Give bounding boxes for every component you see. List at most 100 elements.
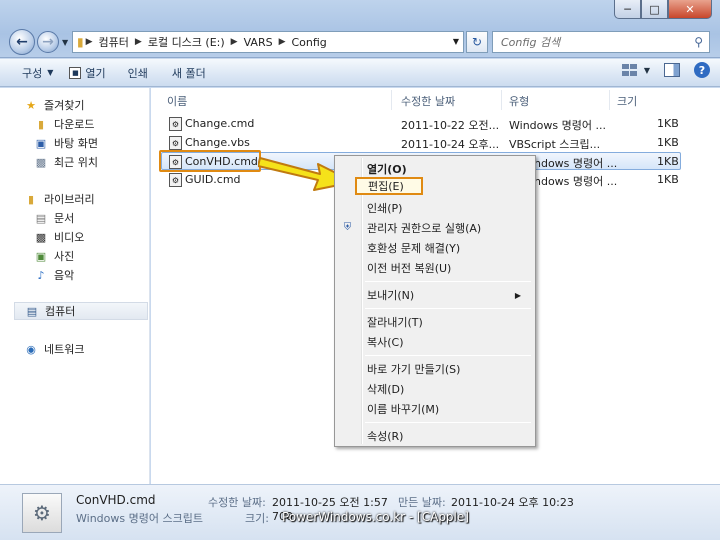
sidebar-item-favorites[interactable]: ★ 즐겨찾기 (24, 96, 84, 114)
refresh-icon: ↻ (471, 35, 483, 49)
file-type: ndows 명령어 ... (534, 175, 618, 188)
maximize-button[interactable]: □ (641, 0, 668, 19)
search-box[interactable]: ⚲ (492, 31, 710, 53)
menu-item-print[interactable]: 인쇄(P) (367, 199, 402, 217)
print-button[interactable]: 인쇄 (120, 62, 156, 84)
column-divider[interactable] (609, 90, 610, 110)
sidebar-item-label: 문서 (54, 212, 75, 225)
chevron-right-icon[interactable]: ▶ (135, 37, 142, 47)
column-header-type[interactable]: 유형 (509, 91, 529, 111)
sidebar-item-label: 컴퓨터 (45, 305, 76, 318)
back-button[interactable]: ← (9, 29, 35, 55)
menu-item-create-shortcut[interactable]: 바로 가기 만들기(S) (367, 360, 460, 378)
sidebar-item-libraries[interactable]: ▮ 라이브러리 (24, 190, 95, 208)
submenu-arrow-icon: ▶ (514, 290, 521, 300)
window-controls: ─ □ ✕ (614, 0, 712, 19)
file-name: Change.vbs (185, 136, 250, 149)
menu-separator (365, 281, 531, 282)
organize-button[interactable]: 구성 ▼ (14, 62, 61, 84)
refresh-button[interactable]: ↻ (466, 31, 488, 53)
sidebar-item-pictures[interactable]: ▣ 사진 (34, 247, 74, 265)
folder-icon: ▮ (77, 35, 84, 49)
change-view-button[interactable]: ▼ (621, 64, 650, 76)
column-divider[interactable] (391, 90, 392, 110)
sidebar-item-documents[interactable]: ▤ 문서 (34, 209, 74, 227)
details-created-value: 2011-10-24 오후 10:23 (451, 496, 574, 509)
menu-item-edit[interactable]: 편집(E) (355, 177, 423, 195)
file-size: 1KB (657, 117, 679, 130)
search-icon[interactable]: ⚲ (694, 35, 703, 49)
file-size: 1KB (657, 173, 679, 186)
sidebar-item-label: 비디오 (54, 231, 85, 244)
vbs-file-icon: ⚙ (169, 136, 182, 150)
view-icon (621, 64, 638, 76)
chevron-right-icon[interactable]: ▶ (279, 37, 286, 47)
menu-item-send-to[interactable]: 보내기(N) ▶ (367, 286, 531, 304)
chevron-down-icon[interactable]: ▼ (453, 37, 459, 46)
sidebar-item-desktop[interactable]: ▣ 바탕 화면 (34, 134, 98, 152)
sidebar-item-downloads[interactable]: ▮ 다운로드 (34, 115, 95, 133)
pictures-icon: ▣ (35, 249, 47, 263)
open-button[interactable]: ■ 열기 (61, 62, 113, 84)
breadcrumb-computer[interactable]: 컴퓨터 (99, 34, 129, 50)
navigation-pane: ★ 즐겨찾기 ▮ 다운로드 ▣ 바탕 화면 ▩ 최근 위치 ▮ 라이브러리 ▤ … (0, 88, 150, 484)
back-arrow-icon: ← (16, 34, 28, 50)
star-icon: ★ (26, 98, 36, 112)
search-input[interactable] (501, 35, 681, 49)
file-modified: 2011-10-22 오전... (401, 119, 500, 132)
details-modified-label: 수정한 날짜: (208, 496, 266, 509)
close-button[interactable]: ✕ (668, 0, 712, 19)
help-icon[interactable]: ? (694, 62, 710, 78)
uac-shield-icon: ⛨ (343, 222, 352, 233)
sidebar-item-videos[interactable]: ▩ 비디오 (34, 228, 85, 246)
menu-separator (365, 308, 531, 309)
menu-item-delete[interactable]: 삭제(D) (367, 380, 404, 398)
cmd-file-icon: ⚙ (169, 173, 182, 187)
address-bar[interactable]: ▮ ▶ 컴퓨터 ▶ 로컬 디스크 (E:) ▶ VARS ▶ Config ▼ (72, 31, 464, 53)
sidebar-item-recent-places[interactable]: ▩ 최근 위치 (34, 153, 98, 171)
recent-pages-dropdown-icon[interactable]: ▼ (62, 38, 68, 47)
sidebar-item-music[interactable]: ♪ 음악 (34, 266, 74, 284)
column-divider[interactable] (501, 90, 502, 110)
breadcrumb-config[interactable]: Config (292, 36, 327, 49)
details-size-label: 크기: (245, 512, 269, 525)
chevron-down-icon: ▼ (643, 65, 650, 75)
downloads-folder-icon: ▮ (37, 117, 45, 131)
menu-item-label: 보내기(N) (367, 289, 415, 302)
preview-pane-icon[interactable] (664, 63, 680, 77)
chevron-right-icon[interactable]: ▶ (86, 37, 93, 47)
forward-button[interactable]: → (37, 31, 59, 53)
column-header-modified[interactable]: 수정한 날짜 (401, 91, 455, 111)
chevron-right-icon[interactable]: ▶ (231, 37, 238, 47)
menu-item-restore-previous-versions[interactable]: 이전 버전 복원(U) (367, 259, 451, 277)
column-header-name[interactable]: 이름 (167, 91, 187, 111)
menu-item-properties[interactable]: 속성(R) (367, 427, 403, 445)
menu-item-copy[interactable]: 복사(C) (367, 333, 404, 351)
sidebar-item-label: 즐겨찾기 (44, 99, 85, 112)
menu-item-open[interactable]: 열기(O) (367, 160, 407, 178)
recent-places-icon: ▩ (35, 155, 47, 169)
column-header-size[interactable]: 크기 (617, 91, 637, 111)
menu-item-troubleshoot-compatibility[interactable]: 호환성 문제 해결(Y) (367, 239, 460, 257)
file-name: GUID.cmd (185, 173, 241, 186)
menu-item-run-as-admin[interactable]: 관리자 권한으로 실행(A) (367, 219, 481, 237)
details-modified-value: 2011-10-25 오전 1:57 (272, 496, 388, 509)
menu-separator (365, 422, 531, 423)
filename-highlight-box (159, 150, 261, 172)
breadcrumb-vars[interactable]: VARS (244, 36, 273, 49)
breadcrumb-local-disk[interactable]: 로컬 디스크 (E:) (148, 34, 225, 50)
menu-item-cut[interactable]: 잘라내기(T) (367, 313, 423, 331)
minimize-button[interactable]: ─ (614, 0, 641, 19)
library-icon: ▮ (27, 192, 35, 206)
sidebar-item-network[interactable]: ◉ 네트워크 (24, 340, 84, 358)
sidebar-item-computer[interactable]: ▤ 컴퓨터 (14, 302, 148, 320)
table-row[interactable]: ⚙ Change.cmd 2011-10-22 오전... Windows 명령… (161, 115, 681, 133)
chevron-down-icon: ▼ (47, 68, 54, 77)
video-icon: ▩ (35, 230, 47, 244)
new-folder-button[interactable]: 새 폴더 (164, 62, 214, 84)
title-bar: ─ □ ✕ ← → ▼ ▮ ▶ 컴퓨터 ▶ 로컬 디스크 (E:) ▶ VARS… (0, 0, 720, 58)
file-type: Windows 명령어 ... (509, 119, 606, 132)
sidebar-item-label: 음악 (54, 269, 75, 282)
open-label: 열기 (85, 66, 106, 80)
menu-item-rename[interactable]: 이름 바꾸기(M) (367, 400, 439, 418)
